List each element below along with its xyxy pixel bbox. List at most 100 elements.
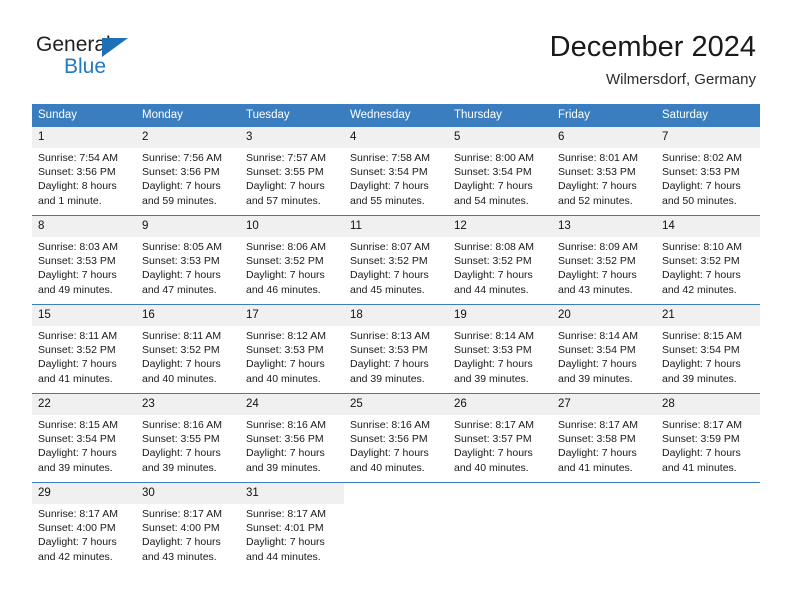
day-info: Sunrise: 8:03 AM Sunset: 3:53 PM Dayligh… xyxy=(32,237,136,297)
sunrise-text: Sunrise: 8:11 AM xyxy=(142,330,222,342)
day-cell[interactable]: 1 Sunrise: 7:54 AM Sunset: 3:56 PM Dayli… xyxy=(32,127,136,215)
day-number: 11 xyxy=(344,216,448,237)
sunset-text: Sunset: 3:52 PM xyxy=(142,344,220,357)
day-cell[interactable]: 26 Sunrise: 8:17 AM Sunset: 3:57 PM Dayl… xyxy=(448,394,552,482)
daylight-text-line2: and 39 minutes. xyxy=(662,372,737,385)
daylight-text-line1: Daylight: 7 hours xyxy=(142,269,221,282)
daylight-text-line1: Daylight: 7 hours xyxy=(142,180,221,193)
day-cell[interactable]: 15 Sunrise: 8:11 AM Sunset: 3:52 PM Dayl… xyxy=(32,305,136,393)
daylight-text-line1: Daylight: 7 hours xyxy=(454,269,533,282)
daylight-text-line2: and 44 minutes. xyxy=(246,550,321,563)
day-info: Sunrise: 7:58 AM Sunset: 3:54 PM Dayligh… xyxy=(344,148,448,208)
daylight-text-line1: Daylight: 7 hours xyxy=(246,447,325,460)
day-cell[interactable]: 8 Sunrise: 8:03 AM Sunset: 3:53 PM Dayli… xyxy=(32,216,136,304)
daylight-text-line2: and 1 minute. xyxy=(38,194,102,207)
sunset-text: Sunset: 3:54 PM xyxy=(662,344,740,357)
daylight-text-line2: and 55 minutes. xyxy=(350,194,425,207)
day-cell[interactable]: 19 Sunrise: 8:14 AM Sunset: 3:53 PM Dayl… xyxy=(448,305,552,393)
sunset-text: Sunset: 3:58 PM xyxy=(558,433,636,446)
sunrise-text: Sunrise: 8:01 AM xyxy=(558,152,638,164)
daylight-text-line1: Daylight: 8 hours xyxy=(38,180,117,193)
day-number xyxy=(656,483,760,504)
daylight-text-line2: and 59 minutes. xyxy=(142,194,217,207)
sunrise-text: Sunrise: 8:07 AM xyxy=(350,241,430,253)
day-cell[interactable]: 2 Sunrise: 7:56 AM Sunset: 3:56 PM Dayli… xyxy=(136,127,240,215)
day-info: Sunrise: 8:01 AM Sunset: 3:53 PM Dayligh… xyxy=(552,148,656,208)
day-info: Sunrise: 8:11 AM Sunset: 3:52 PM Dayligh… xyxy=(32,326,136,386)
daylight-text-line2: and 39 minutes. xyxy=(454,372,529,385)
day-info: Sunrise: 8:08 AM Sunset: 3:52 PM Dayligh… xyxy=(448,237,552,297)
sunrise-text: Sunrise: 8:17 AM xyxy=(558,419,638,431)
day-info: Sunrise: 8:12 AM Sunset: 3:53 PM Dayligh… xyxy=(240,326,344,386)
sunrise-text: Sunrise: 8:10 AM xyxy=(662,241,742,253)
weekday-header-row: Sunday Monday Tuesday Wednesday Thursday… xyxy=(32,104,760,126)
day-info: Sunrise: 8:00 AM Sunset: 3:54 PM Dayligh… xyxy=(448,148,552,208)
calendar-week-row: 1 Sunrise: 7:54 AM Sunset: 3:56 PM Dayli… xyxy=(32,126,760,215)
day-cell[interactable]: 7 Sunrise: 8:02 AM Sunset: 3:53 PM Dayli… xyxy=(656,127,760,215)
sunrise-text: Sunrise: 8:14 AM xyxy=(558,330,638,342)
sunrise-text: Sunrise: 8:06 AM xyxy=(246,241,326,253)
sunset-text: Sunset: 3:52 PM xyxy=(246,255,324,268)
daylight-text-line2: and 47 minutes. xyxy=(142,283,217,296)
sunrise-text: Sunrise: 8:03 AM xyxy=(38,241,118,253)
day-cell[interactable]: 31 Sunrise: 8:17 AM Sunset: 4:01 PM Dayl… xyxy=(240,483,344,571)
daylight-text-line2: and 41 minutes. xyxy=(558,461,633,474)
daylight-text-line2: and 41 minutes. xyxy=(38,372,113,385)
day-number: 29 xyxy=(32,483,136,504)
day-cell[interactable]: 23 Sunrise: 8:16 AM Sunset: 3:55 PM Dayl… xyxy=(136,394,240,482)
day-number: 22 xyxy=(32,394,136,415)
sunrise-text: Sunrise: 8:17 AM xyxy=(246,508,326,520)
daylight-text-line1: Daylight: 7 hours xyxy=(246,269,325,282)
day-cell[interactable]: 12 Sunrise: 8:08 AM Sunset: 3:52 PM Dayl… xyxy=(448,216,552,304)
day-cell[interactable]: 29 Sunrise: 8:17 AM Sunset: 4:00 PM Dayl… xyxy=(32,483,136,571)
day-cell[interactable]: 13 Sunrise: 8:09 AM Sunset: 3:52 PM Dayl… xyxy=(552,216,656,304)
day-cell-empty xyxy=(552,483,656,571)
day-cell[interactable]: 6 Sunrise: 8:01 AM Sunset: 3:53 PM Dayli… xyxy=(552,127,656,215)
day-cell[interactable]: 4 Sunrise: 7:58 AM Sunset: 3:54 PM Dayli… xyxy=(344,127,448,215)
day-cell[interactable]: 25 Sunrise: 8:16 AM Sunset: 3:56 PM Dayl… xyxy=(344,394,448,482)
daylight-text-line1: Daylight: 7 hours xyxy=(38,269,117,282)
day-cell[interactable]: 28 Sunrise: 8:17 AM Sunset: 3:59 PM Dayl… xyxy=(656,394,760,482)
day-number: 26 xyxy=(448,394,552,415)
day-cell[interactable]: 21 Sunrise: 8:15 AM Sunset: 3:54 PM Dayl… xyxy=(656,305,760,393)
sunrise-text: Sunrise: 7:54 AM xyxy=(38,152,118,164)
day-info: Sunrise: 7:57 AM Sunset: 3:55 PM Dayligh… xyxy=(240,148,344,208)
day-cell[interactable]: 11 Sunrise: 8:07 AM Sunset: 3:52 PM Dayl… xyxy=(344,216,448,304)
daylight-text-line1: Daylight: 7 hours xyxy=(246,180,325,193)
day-info: Sunrise: 8:14 AM Sunset: 3:53 PM Dayligh… xyxy=(448,326,552,386)
daylight-text-line1: Daylight: 7 hours xyxy=(558,447,637,460)
sunset-text: Sunset: 3:56 PM xyxy=(142,166,220,179)
day-cell[interactable]: 10 Sunrise: 8:06 AM Sunset: 3:52 PM Dayl… xyxy=(240,216,344,304)
day-cell[interactable]: 20 Sunrise: 8:14 AM Sunset: 3:54 PM Dayl… xyxy=(552,305,656,393)
day-cell[interactable]: 14 Sunrise: 8:10 AM Sunset: 3:52 PM Dayl… xyxy=(656,216,760,304)
calendar-grid: Sunday Monday Tuesday Wednesday Thursday… xyxy=(32,104,760,571)
day-number: 2 xyxy=(136,127,240,148)
day-number: 21 xyxy=(656,305,760,326)
day-cell[interactable]: 3 Sunrise: 7:57 AM Sunset: 3:55 PM Dayli… xyxy=(240,127,344,215)
daylight-text-line2: and 40 minutes. xyxy=(350,461,425,474)
day-number: 4 xyxy=(344,127,448,148)
sunrise-text: Sunrise: 7:57 AM xyxy=(246,152,326,164)
daylight-text-line1: Daylight: 7 hours xyxy=(454,180,533,193)
day-cell[interactable]: 22 Sunrise: 8:15 AM Sunset: 3:54 PM Dayl… xyxy=(32,394,136,482)
day-info: Sunrise: 8:16 AM Sunset: 3:56 PM Dayligh… xyxy=(240,415,344,475)
day-cell[interactable]: 27 Sunrise: 8:17 AM Sunset: 3:58 PM Dayl… xyxy=(552,394,656,482)
day-number: 16 xyxy=(136,305,240,326)
day-cell-empty xyxy=(448,483,552,571)
day-cell[interactable]: 5 Sunrise: 8:00 AM Sunset: 3:54 PM Dayli… xyxy=(448,127,552,215)
day-number: 20 xyxy=(552,305,656,326)
weekday-header-friday: Friday xyxy=(558,109,590,121)
day-cell[interactable]: 24 Sunrise: 8:16 AM Sunset: 3:56 PM Dayl… xyxy=(240,394,344,482)
daylight-text-line2: and 50 minutes. xyxy=(662,194,737,207)
sunrise-text: Sunrise: 7:58 AM xyxy=(350,152,430,164)
daylight-text-line1: Daylight: 7 hours xyxy=(142,536,221,549)
day-cell[interactable]: 30 Sunrise: 8:17 AM Sunset: 4:00 PM Dayl… xyxy=(136,483,240,571)
day-info: Sunrise: 8:10 AM Sunset: 3:52 PM Dayligh… xyxy=(656,237,760,297)
day-cell[interactable]: 16 Sunrise: 8:11 AM Sunset: 3:52 PM Dayl… xyxy=(136,305,240,393)
sunrise-text: Sunrise: 8:09 AM xyxy=(558,241,638,253)
day-cell[interactable]: 18 Sunrise: 8:13 AM Sunset: 3:53 PM Dayl… xyxy=(344,305,448,393)
generalblue-logo[interactable]: General Blue xyxy=(36,33,176,85)
day-cell[interactable]: 17 Sunrise: 8:12 AM Sunset: 3:53 PM Dayl… xyxy=(240,305,344,393)
weekday-header-monday: Monday xyxy=(142,109,183,121)
day-cell[interactable]: 9 Sunrise: 8:05 AM Sunset: 3:53 PM Dayli… xyxy=(136,216,240,304)
